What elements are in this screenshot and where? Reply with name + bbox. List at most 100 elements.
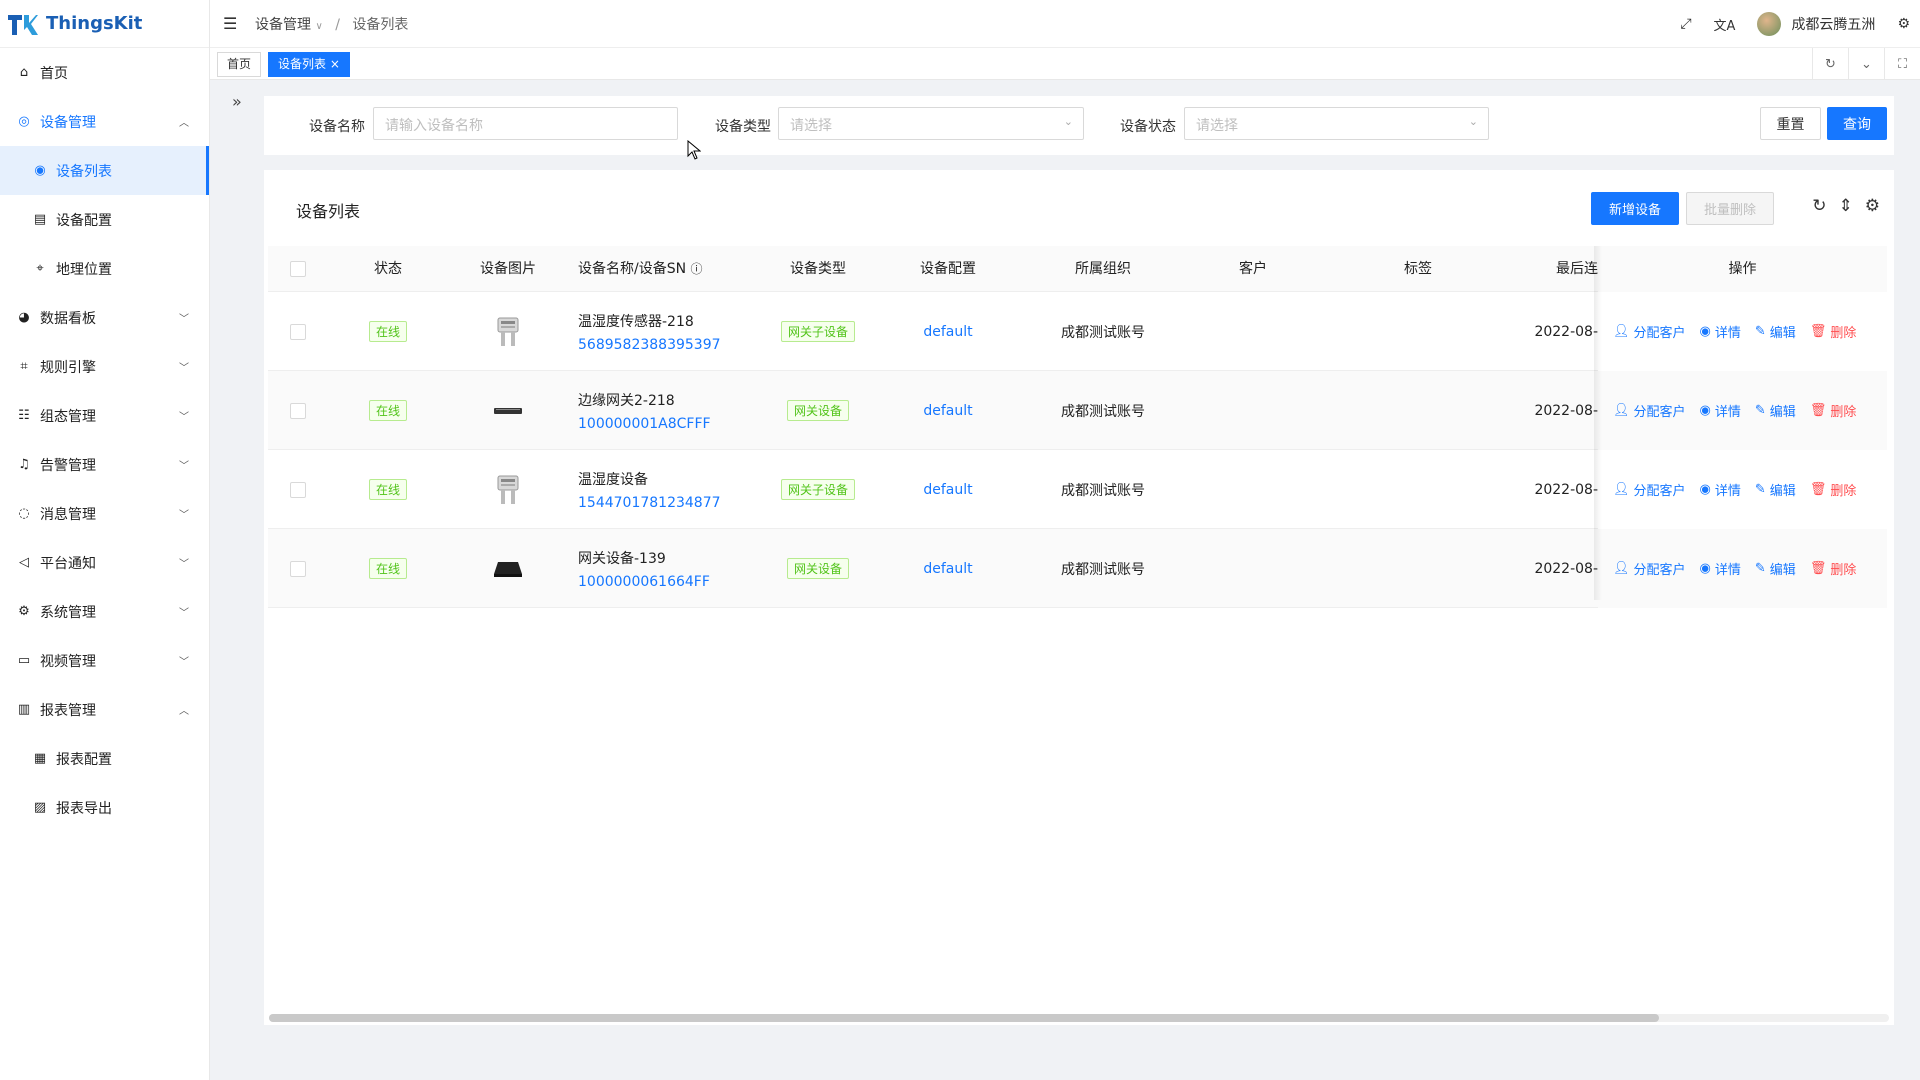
edit-button[interactable]: ✎ 编辑 [1755, 401, 1796, 420]
checkbox[interactable] [290, 261, 306, 277]
status-cell: 在线 [328, 450, 448, 529]
trash-icon: 🗑︎ [1809, 324, 1827, 339]
row-checkbox[interactable] [290, 402, 306, 419]
refresh-tab-icon[interactable]: ↻ [1812, 48, 1848, 80]
question-circle-icon[interactable]: ⓘ [691, 262, 703, 276]
device-image[interactable] [491, 552, 525, 586]
detail-button[interactable]: ◉ 详情 [1700, 480, 1741, 499]
column-height-icon[interactable]: ⇕ [1839, 196, 1853, 216]
breadcrumb-item-device-management[interactable]: 设备管理 [255, 17, 311, 33]
sidebar-item-label: 组态管理 [40, 408, 96, 425]
org-cell: 成都测试账号 [1061, 561, 1145, 578]
device-name: 温湿度传感器-218 [578, 313, 694, 330]
device-name: 网关设备-139 [578, 550, 666, 567]
row-checkbox[interactable] [290, 560, 306, 577]
sidebar-item-14[interactable]: ▦ 报表配置 [0, 734, 209, 783]
eye-icon: ◉ [1699, 403, 1711, 418]
device-status-label: 设备状态 [1120, 119, 1176, 135]
sidebar-item-6[interactable]: ⌗ 规则引擎 ﹀ [0, 342, 209, 391]
device-type-badge: 网关设备 [786, 400, 849, 421]
sidebar-item-13[interactable]: ▥ 报表管理 ︿ [0, 685, 209, 734]
detail-button[interactable]: ◉ 详情 [1700, 401, 1741, 420]
menu-toggle-icon[interactable]: ☰ [223, 14, 239, 33]
device-image[interactable] [491, 473, 525, 507]
tab-home[interactable]: 首页 [217, 52, 262, 77]
sidebar-item-12[interactable]: ▭ 视频管理 ﹀ [0, 636, 209, 685]
device-image[interactable] [491, 394, 525, 428]
user-menu[interactable]: 成都云腾五洲 [1757, 12, 1875, 36]
sidebar-item-5[interactable]: ◕ 数据看板 ﹀ [0, 293, 209, 342]
assign-customer-button[interactable]: 👤︎ 分配客户 [1613, 559, 1686, 578]
sidebar-item-label: 设备管理 [40, 114, 96, 131]
fullscreen-icon[interactable]: ⤢ [1680, 16, 1691, 32]
org-cell: 成都测试账号 [1061, 482, 1145, 499]
chevron-down-icon[interactable]: ⌄ [1848, 48, 1884, 80]
gear-icon[interactable]: ⚙ [1897, 16, 1910, 32]
sidebar-item-2[interactable]: ◉ 设备列表 [0, 146, 209, 195]
device-status-select[interactable]: 请选择 ⌄ [1184, 107, 1489, 140]
tabs-bar: 首页 设备列表 × ↻ ⌄ ⛶ [210, 48, 1920, 80]
sidebar-item-9[interactable]: ◌ 消息管理 ﹀ [0, 489, 209, 538]
settings-icon[interactable]: ⚙ [1865, 196, 1880, 216]
sidebar-item-1[interactable]: ◎ 设备管理 ︿ [0, 97, 209, 146]
delete-button[interactable]: 🗑︎ 删除 [1810, 559, 1857, 578]
device-sn-link[interactable]: 5689582388395397 [578, 337, 721, 353]
edit-button[interactable]: ✎ 编辑 [1755, 559, 1796, 578]
device-config-link[interactable]: default [923, 403, 972, 419]
sidebar-item-7[interactable]: ☷ 组态管理 ﹀ [0, 391, 209, 440]
device-type-select[interactable]: 请选择 ⌄ [778, 107, 1084, 140]
tags-cell [1328, 292, 1508, 371]
assign-customer-button[interactable]: 👤︎ 分配客户 [1613, 480, 1686, 499]
chevron-down-icon: ﹀ [179, 412, 189, 423]
sidebar-item-3[interactable]: ▤ 设备配置 [0, 195, 209, 244]
actions-cell: 👤︎ 分配客户 ◉ 详情 ✎ 编辑 🗑︎ 删除 [1598, 450, 1887, 529]
device-sn-link[interactable]: 100000001A8CFFF [578, 416, 711, 432]
maximize-icon[interactable]: ⛶ [1884, 48, 1920, 80]
device-config-link[interactable]: default [923, 482, 972, 498]
edit-icon: ✎ [1754, 482, 1766, 497]
select-all-checkbox[interactable] [268, 246, 328, 292]
sidebar-item-8[interactable]: ♫ 告警管理 ﹀ [0, 440, 209, 489]
device-sn-link[interactable]: 1000000061664FF [578, 574, 710, 590]
edit-button[interactable]: ✎ 编辑 [1755, 480, 1796, 499]
tab-device-list[interactable]: 设备列表 × [268, 52, 350, 77]
app-logo[interactable]: ThingsKit [0, 0, 209, 48]
delete-button[interactable]: 🗑︎ 删除 [1810, 401, 1857, 420]
refresh-icon[interactable]: ↻ [1812, 196, 1826, 216]
horizontal-scrollbar[interactable] [269, 1014, 1659, 1022]
sidebar-item-label: 消息管理 [40, 506, 96, 523]
video-icon: ▭ [17, 653, 31, 668]
location-icon: ⌖ [36, 261, 44, 276]
query-button[interactable]: 查询 [1827, 107, 1887, 140]
sidebar-item-4[interactable]: ⌖ 地理位置 [0, 244, 209, 293]
sidebar-item-11[interactable]: ⚙ 系统管理 ﹀ [0, 587, 209, 636]
device-config-link[interactable]: default [923, 561, 972, 577]
delete-label: 删除 [1830, 563, 1857, 578]
language-icon[interactable]: 文A [1714, 15, 1736, 34]
assign-customer-button[interactable]: 👤︎ 分配客户 [1613, 322, 1686, 341]
add-device-button[interactable]: 新增设备 [1591, 192, 1679, 225]
reset-button[interactable]: 重置 [1760, 107, 1821, 140]
expand-tree-icon[interactable]: » [232, 92, 242, 111]
row-checkbox[interactable] [290, 481, 306, 498]
device-config-link[interactable]: default [923, 324, 972, 340]
tags-cell [1328, 529, 1508, 608]
dashboard-icon: ◕ [18, 310, 30, 325]
device-name-input[interactable]: 请输入设备名称 [373, 107, 678, 140]
delete-button[interactable]: 🗑︎ 删除 [1810, 322, 1857, 341]
assign-customer-button[interactable]: 👤︎ 分配客户 [1613, 401, 1686, 420]
batch-delete-button[interactable]: 批量删除 [1686, 192, 1774, 225]
edit-button[interactable]: ✎ 编辑 [1755, 322, 1796, 341]
detail-button[interactable]: ◉ 详情 [1700, 559, 1741, 578]
sidebar-item-10[interactable]: ◁ 平台通知 ﹀ [0, 538, 209, 587]
device-sn-link[interactable]: 1544701781234877 [578, 495, 721, 511]
detail-button[interactable]: ◉ 详情 [1700, 322, 1741, 341]
row-checkbox-cell [268, 450, 328, 529]
sidebar-item-15[interactable]: ▨ 报表导出 [0, 783, 209, 832]
sidebar-item-label: 视频管理 [40, 653, 96, 670]
fixed-column-shadow [1594, 246, 1602, 600]
delete-button[interactable]: 🗑︎ 删除 [1810, 480, 1857, 499]
device-image[interactable] [491, 315, 525, 349]
sidebar-item-0[interactable]: ⌂ 首页 [0, 48, 209, 97]
row-checkbox[interactable] [290, 323, 306, 340]
